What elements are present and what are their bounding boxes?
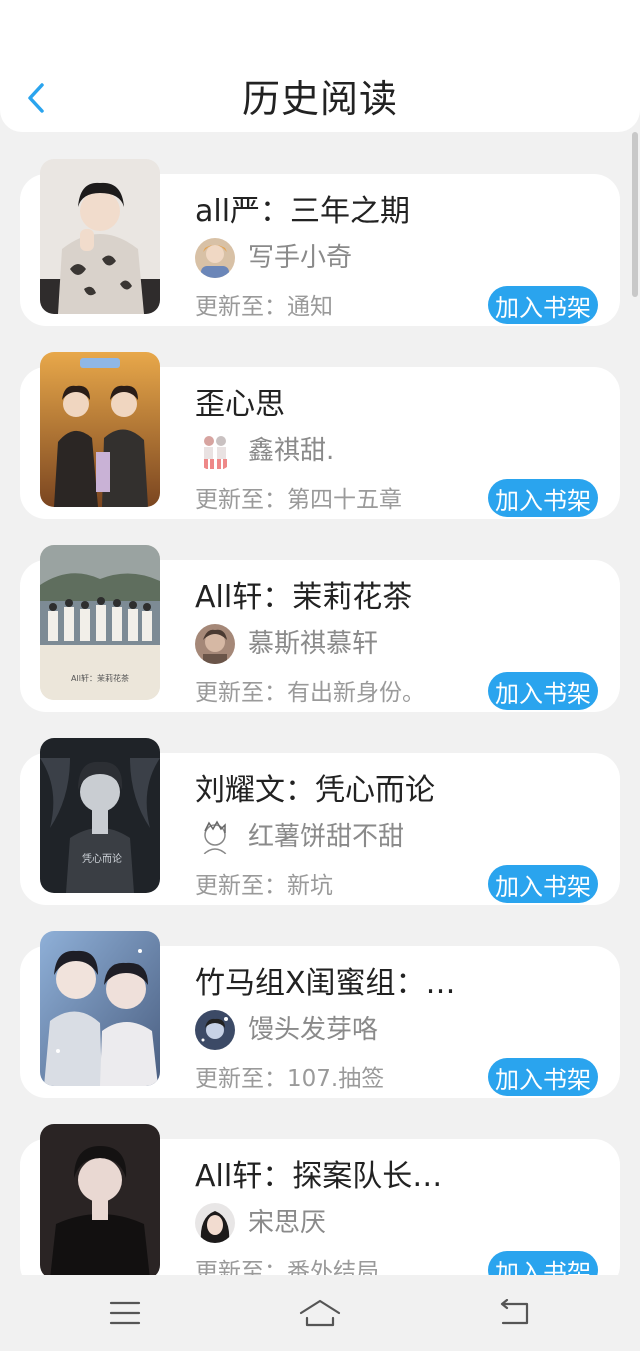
book-title[interactable]: 竹马组X闺蜜组：… — [195, 964, 456, 1004]
home-icon — [299, 1299, 341, 1327]
author-name: 红薯饼甜不甜 — [248, 822, 405, 852]
book-title[interactable]: all严：三年之期 — [195, 192, 410, 232]
header-bar: 历史阅读 — [0, 0, 640, 132]
book-cover[interactable] — [40, 1124, 160, 1275]
update-info: 更新至：新坑 — [195, 873, 333, 899]
menu-icon — [109, 1301, 141, 1325]
add-to-shelf-button[interactable]: 加入书架 — [488, 1251, 598, 1275]
author-avatar — [195, 1010, 235, 1050]
scrollbar[interactable] — [632, 132, 638, 297]
author-avatar — [195, 1203, 235, 1243]
author-avatar — [195, 817, 235, 857]
author-name: 鑫祺甜. — [248, 436, 335, 466]
author-name: 宋思厌 — [248, 1208, 327, 1238]
book-title[interactable]: 歪心思 — [195, 385, 285, 425]
book-cover[interactable] — [40, 159, 160, 314]
cover-text: 凭心而论 — [82, 852, 122, 865]
add-to-shelf-button[interactable]: 加入书架 — [488, 1058, 598, 1096]
book-title[interactable]: All轩：茉莉花茶 — [195, 578, 412, 618]
update-info: 更新至：第四十五章 — [195, 487, 402, 513]
add-to-shelf-button[interactable]: 加入书架 — [488, 865, 598, 903]
update-info: 更新至：107.抽签 — [195, 1066, 385, 1092]
book-cover[interactable]: 凭心而论 — [40, 738, 160, 893]
system-nav-bar — [0, 1275, 640, 1351]
book-cover[interactable] — [40, 352, 160, 507]
home-button[interactable] — [292, 1295, 348, 1331]
author-avatar — [195, 624, 235, 664]
author-name: 馒头发芽咯 — [248, 1015, 379, 1045]
back-nav-button[interactable] — [487, 1295, 543, 1331]
author-name: 慕斯祺慕轩 — [248, 629, 379, 659]
back-icon — [500, 1299, 529, 1325]
book-cover[interactable] — [40, 931, 160, 1086]
book-title[interactable]: All轩：探案队长… — [195, 1157, 442, 1197]
book-title[interactable]: 刘耀文：凭心而论 — [195, 771, 435, 811]
update-info: 更新至：通知 — [195, 294, 333, 320]
history-list: all严：三年之期 写手小奇 更新至：通知 加入书架 歪心思 鑫祺甜. 更新至：… — [0, 0, 640, 1275]
cover-text: All轩：茉莉花茶 — [71, 673, 129, 683]
menu-button[interactable] — [97, 1295, 153, 1331]
add-to-shelf-button[interactable]: 加入书架 — [488, 479, 598, 517]
update-info: 更新至：有出新身份。 — [195, 680, 425, 706]
add-to-shelf-button[interactable]: 加入书架 — [488, 672, 598, 710]
author-name: 写手小奇 — [248, 243, 353, 273]
book-cover[interactable]: All轩：茉莉花茶 — [40, 545, 160, 700]
author-avatar — [195, 431, 235, 471]
page-title: 历史阅读 — [241, 77, 398, 121]
author-avatar — [195, 238, 235, 278]
update-info: 更新至：番外结局 — [195, 1259, 379, 1275]
add-to-shelf-button[interactable]: 加入书架 — [488, 286, 598, 324]
